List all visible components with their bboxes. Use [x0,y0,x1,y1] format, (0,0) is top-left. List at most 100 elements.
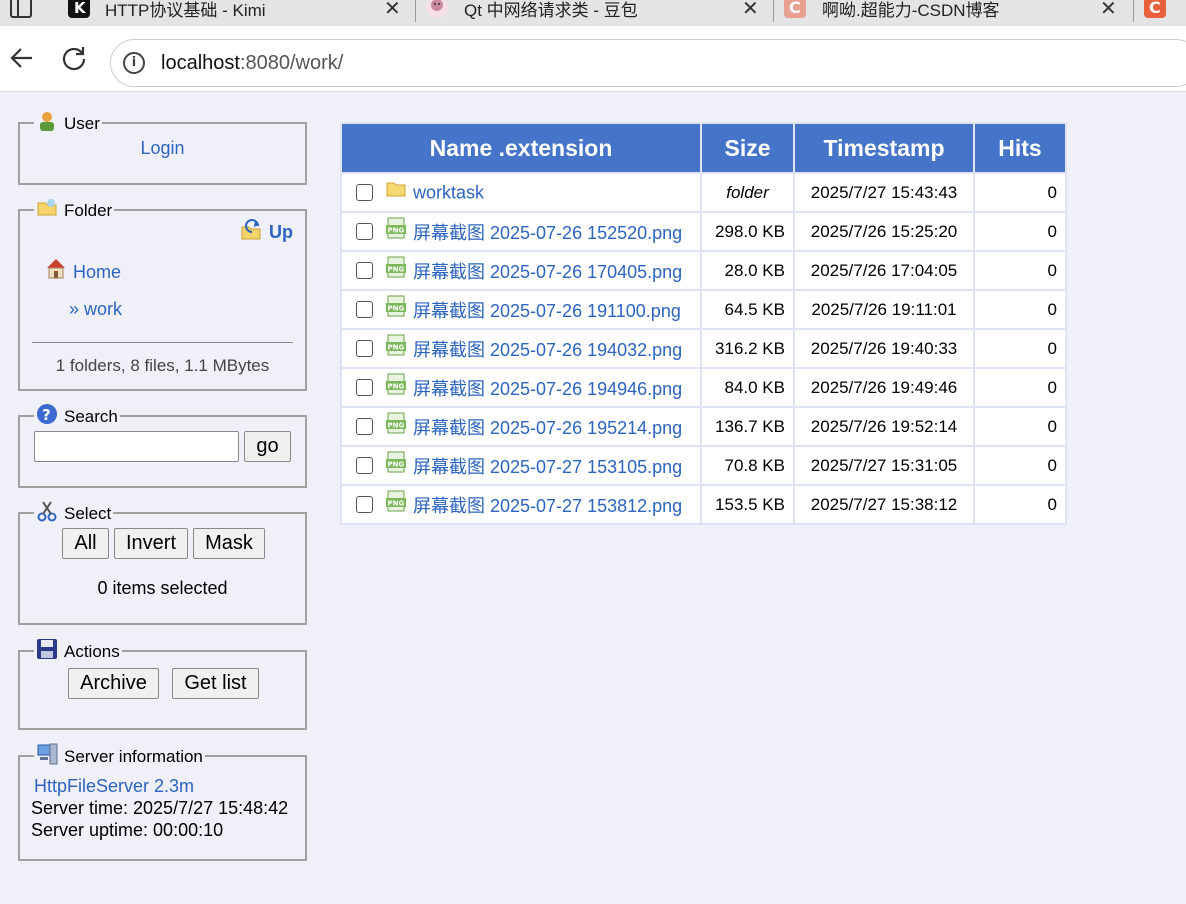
close-icon[interactable]: ✕ [742,0,759,21]
column-header-hits[interactable]: Hits [975,124,1065,172]
name-cell: PNG 屏幕截图 2025-07-27 153812.png [342,486,700,523]
size-cell: 153.5 KB [702,486,793,523]
row-checkbox[interactable] [356,457,373,474]
browser-tab-bar: K HTTP协议基础 - Kimi ✕ Qt 中网络请求类 - 豆包 ✕ C 啊… [0,0,1186,26]
png-file-icon: PNG [386,295,406,316]
reload-button[interactable] [60,44,88,78]
table-row: PNG 屏幕截图 2025-07-26 191100.png 64.5 KB 2025… [342,291,1065,328]
size-cell: 70.8 KB [702,447,793,484]
file-name-link[interactable]: 屏幕截图 2025-07-26 194946.png [413,379,682,399]
row-checkbox[interactable] [356,223,373,240]
hits-cell: 0 [975,486,1065,523]
row-checkbox[interactable] [356,418,373,435]
server-info-panel: Server information HttpFileServer 2.3m S… [18,743,307,861]
sidebar-toggle-icon[interactable] [10,0,32,18]
row-checkbox[interactable] [356,301,373,318]
browser-tab-csdn-2[interactable]: C [1140,0,1186,26]
file-name-link[interactable]: 屏幕截图 2025-07-26 170405.png [413,262,682,282]
close-icon[interactable]: ✕ [1100,0,1117,21]
up-folder-icon [241,219,261,240]
hits-cell: 0 [975,174,1065,211]
table-header-row: Name .extension Size Timestamp Hits [342,124,1065,172]
row-checkbox[interactable] [356,184,373,201]
browser-tab-csdn[interactable]: C 啊呦.超能力-CSDN博客 ✕ [780,0,1130,26]
column-header-name[interactable]: Name .extension [342,124,700,172]
hits-cell: 0 [975,408,1065,445]
tab-divider [1133,0,1134,22]
name-cell: PNG 屏幕截图 2025-07-26 194032.png [342,330,700,367]
home-link[interactable]: Home [44,259,122,285]
folder-legend: Folder [34,199,114,221]
help-icon: ? [37,404,57,424]
file-name-link[interactable]: 屏幕截图 2025-07-26 194032.png [413,340,682,360]
table-row: PNG 屏幕截图 2025-07-26 194032.png 316.2 KB 202… [342,330,1065,367]
table-row: PNG 屏幕截图 2025-07-26 152520.png 298.0 KB 202… [342,213,1065,250]
server-legend: Server information [34,743,205,767]
png-file-icon: PNG [386,490,406,511]
row-checkbox[interactable] [356,379,373,396]
png-file-icon: PNG [386,412,406,433]
actions-panel: Actions Archive Get list [18,639,307,730]
csdn-icon: C [784,0,806,18]
tab-divider [773,0,774,22]
current-folder-link[interactable]: » work [69,299,122,320]
size-cell: 28.0 KB [702,252,793,289]
invert-selection-button[interactable]: Invert [114,528,188,559]
get-list-button[interactable]: Get list [172,668,259,699]
file-name-link[interactable]: 屏幕截图 2025-07-27 153812.png [413,496,682,516]
file-name-link[interactable]: 屏幕截图 2025-07-26 152520.png [413,223,682,243]
svg-text:PNG: PNG [388,421,405,429]
folder-icon [386,182,406,196]
folder-icon [37,199,57,216]
svg-text:PNG: PNG [388,265,405,273]
timestamp-cell: 2025/7/26 19:11:01 [795,291,973,328]
file-name-link[interactable]: 屏幕截图 2025-07-26 195214.png [413,418,682,438]
size-cell: 84.0 KB [702,369,793,406]
actions-legend: Actions [34,639,122,662]
doubao-icon [426,0,448,18]
archive-button[interactable]: Archive [68,668,159,699]
name-cell: worktask [342,174,700,211]
search-input[interactable] [34,431,239,462]
user-legend: User [34,112,102,134]
svg-text:K: K [74,0,87,17]
svg-text:PNG: PNG [388,382,405,390]
row-checkbox[interactable] [356,340,373,357]
login-link[interactable]: Login [140,138,184,158]
table-row: worktask folder 2025/7/27 15:43:43 0 [342,174,1065,211]
column-header-size[interactable]: Size [702,124,793,172]
mask-button[interactable]: Mask [193,528,265,559]
timestamp-cell: 2025/7/27 15:31:05 [795,447,973,484]
home-label: Home [73,261,122,282]
png-file-icon: PNG [386,451,406,472]
browser-tab-doubao[interactable]: Qt 中网络请求类 - 豆包 ✕ [420,0,770,26]
server-software-link[interactable]: HttpFileServer 2.3m [34,775,305,797]
tab-title: 啊呦.超能力-CSDN博客 [822,1,1000,20]
back-button[interactable] [8,44,36,78]
svg-text:C: C [1149,0,1161,17]
svg-text:C: C [789,0,801,17]
timestamp-cell: 2025/7/27 15:43:43 [795,174,973,211]
url-field[interactable]: i localhost:8080/work/ [110,39,1186,87]
up-link[interactable]: Up [240,219,293,245]
row-checkbox[interactable] [356,496,373,513]
file-name-link[interactable]: 屏幕截图 2025-07-27 153105.png [413,457,682,477]
scissors-icon [37,501,57,522]
row-checkbox[interactable] [356,262,373,279]
select-all-button[interactable]: All [62,528,109,559]
name-cell: PNG 屏幕截图 2025-07-26 152520.png [342,213,700,250]
column-header-timestamp[interactable]: Timestamp [795,124,973,172]
png-file-icon: PNG [386,256,406,277]
file-name-link[interactable]: 屏幕截图 2025-07-26 191100.png [413,301,681,321]
timestamp-cell: 2025/7/26 19:52:14 [795,408,973,445]
browser-tab-kimi[interactable]: K HTTP协议基础 - Kimi ✕ [60,0,401,26]
search-go-button[interactable]: go [244,431,291,462]
hits-cell: 0 [975,369,1065,406]
folder-panel: Folder Up Home » work 1 folders, 8 files… [18,199,307,391]
file-name-link[interactable]: worktask [413,182,484,202]
folder-legend-label: Folder [64,201,113,220]
size-cell: 316.2 KB [702,330,793,367]
site-info-icon[interactable]: i [123,52,145,74]
name-cell: PNG 屏幕截图 2025-07-26 191100.png [342,291,700,328]
close-icon[interactable]: ✕ [384,0,401,21]
